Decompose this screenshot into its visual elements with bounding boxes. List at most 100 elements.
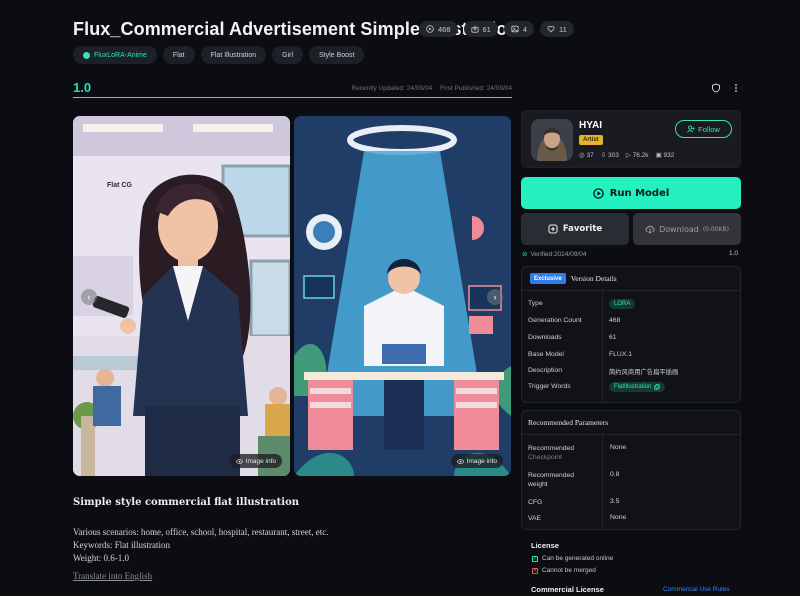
downloads-count: 61 xyxy=(482,24,491,34)
commercial-use-rules-link[interactable]: Commercial Use Rules xyxy=(663,586,729,593)
creator-stat-value: 37 xyxy=(586,152,594,159)
image-info-label: Image info xyxy=(245,457,276,465)
param-key: CFG xyxy=(528,499,543,506)
creator-card: HYAI Artist ◎ 37 ⇩ 303 ▷ 76.2k ▣ 932 Fol… xyxy=(521,110,741,168)
publish-dates: Recently Updated: 24/09/04 First Publish… xyxy=(352,85,513,92)
run-model-label: Run Model xyxy=(609,187,670,199)
eye-icon xyxy=(456,458,464,464)
cross-icon: ✕ xyxy=(532,567,538,574)
version-details-header: Exclusive Version Details xyxy=(530,273,617,284)
run-model-button[interactable]: Run Model xyxy=(521,177,741,209)
verified-check-icon: ⊘ xyxy=(522,251,528,258)
recently-updated: Recently Updated: 24/09/04 xyxy=(351,85,433,92)
param-key-label: weight xyxy=(528,481,548,488)
flux-dot-icon xyxy=(83,51,90,59)
detail-row-description: Description 简约风商用广告扁平插画 xyxy=(522,363,740,379)
top-actions xyxy=(711,83,741,93)
tag-girl[interactable]: Girl xyxy=(272,46,304,64)
divider xyxy=(522,290,740,291)
tag-flat[interactable]: Flat xyxy=(162,46,195,64)
avatar[interactable] xyxy=(531,119,573,161)
verified-status: ⊘ Verified:2024/09/04 xyxy=(522,250,587,259)
download-button[interactable]: Download (0.00KB) xyxy=(633,213,741,245)
creator-stat-downloads: ⇩ 303 xyxy=(600,152,619,159)
tag-style-boost[interactable]: Style Boost xyxy=(309,46,365,64)
param-key: Recommended weight xyxy=(528,471,574,489)
param-value: None xyxy=(610,514,627,521)
recommended-parameters-panel: Recommended Parameters Recommended Checkp… xyxy=(521,410,741,530)
param-value: None xyxy=(610,444,627,451)
image-info-button[interactable]: Image info xyxy=(450,454,503,468)
param-key-label: Recommended xyxy=(528,472,575,479)
flat-cg-caption: Flat CG xyxy=(107,182,132,189)
license-item-online: ✓ Can be generated online xyxy=(532,555,613,562)
detail-row-trigger-words: Trigger Words FlatIllustration xyxy=(522,379,740,395)
verified-version: 1.0 xyxy=(729,250,739,257)
version-details-title: Version Details xyxy=(570,274,617,283)
license-item-merge: ✕ Cannot be merged xyxy=(532,567,596,574)
detail-key: Description xyxy=(528,367,562,374)
detail-key: Downloads xyxy=(528,334,562,341)
download-icon xyxy=(470,25,479,33)
heart-icon xyxy=(547,26,555,33)
gallery-image-office-woman[interactable]: ‹ Image info Flat CG xyxy=(73,116,290,476)
office-man-illustration xyxy=(294,116,511,476)
gallery-image-office-man[interactable]: › Image info xyxy=(294,116,511,476)
detail-value: FlatIllustration xyxy=(609,382,666,392)
prev-image-button[interactable]: ‹ xyxy=(81,289,97,305)
runs-stat: 468 xyxy=(419,21,458,37)
license-item-label: Can be generated online xyxy=(542,555,614,562)
likes-count: 11 xyxy=(559,24,567,34)
eye-icon xyxy=(235,458,243,464)
shield-icon[interactable] xyxy=(711,83,721,93)
version-tab[interactable]: 1.0 xyxy=(73,80,91,95)
commercial-license-title: Commercial License xyxy=(531,585,604,594)
images-count: 4 xyxy=(522,24,528,34)
copy-icon[interactable] xyxy=(654,384,661,390)
image-info-button[interactable]: Image info xyxy=(229,454,282,468)
verified-date: Verified:2024/09/04 xyxy=(530,250,587,258)
detail-key: Generation Count xyxy=(528,317,582,324)
next-image-button[interactable]: › xyxy=(487,289,503,305)
artist-badge: Artist xyxy=(579,135,603,145)
cloud-download-icon xyxy=(645,225,655,234)
creator-stat-models: ◎ 37 xyxy=(579,152,594,159)
description-line: Weight: 0.6-1.0 xyxy=(73,553,130,563)
param-value: 3.5 xyxy=(610,498,620,505)
version-bar: 1.0 Recently Updated: 24/09/04 First Pub… xyxy=(73,79,512,99)
creator-stat-value: 76.2k xyxy=(632,152,649,159)
exclusive-badge: Exclusive xyxy=(530,273,566,284)
tag-list: FluxLoRA-Anime Flat Flat Illustration Gi… xyxy=(73,46,365,64)
plus-square-icon xyxy=(548,224,558,234)
recommended-parameters-title: Recommended Parameters xyxy=(528,418,609,427)
param-value: 0.8 xyxy=(610,471,620,478)
download-size: (0.00KB) xyxy=(702,225,729,233)
follow-button[interactable]: Follow xyxy=(675,120,732,138)
tag-flat-illustration[interactable]: Flat Illustration xyxy=(200,46,267,64)
license-item-label: Cannot be merged xyxy=(542,567,596,574)
description-line: Keywords: Flat illustration xyxy=(73,540,170,550)
type-pill: LORA xyxy=(609,299,636,309)
detail-key: Base Model xyxy=(528,351,564,358)
translate-link[interactable]: Translate into English xyxy=(73,571,152,581)
param-key: Recommended Checkpoint xyxy=(528,444,574,462)
favorite-button[interactable]: Favorite xyxy=(521,213,629,245)
image-info-label: Image info xyxy=(466,457,497,465)
trigger-word: FlatIllustration xyxy=(614,384,652,390)
likes-stat: 11 xyxy=(540,21,574,37)
version-underline xyxy=(73,97,512,98)
more-options-icon[interactable] xyxy=(731,83,741,93)
follow-label: Follow xyxy=(698,124,720,134)
trigger-word-pill[interactable]: FlatIllustration xyxy=(609,382,666,392)
check-icon: ✓ xyxy=(532,555,538,562)
tag-fluxlora-anime[interactable]: FluxLoRA-Anime xyxy=(73,46,157,64)
detail-row-base-model: Base Model FLUX.1 xyxy=(522,347,740,363)
downloads-stat: 61 xyxy=(463,21,498,37)
images-stat: 4 xyxy=(503,21,535,37)
detail-row-downloads: Downloads 61 xyxy=(522,330,740,346)
detail-row-generation-count: Generation Count 468 xyxy=(522,313,740,329)
detail-value: 61 xyxy=(609,334,617,341)
creator-name[interactable]: HYAI xyxy=(579,120,602,131)
creator-avatar-image xyxy=(531,119,573,161)
divider xyxy=(522,434,740,435)
